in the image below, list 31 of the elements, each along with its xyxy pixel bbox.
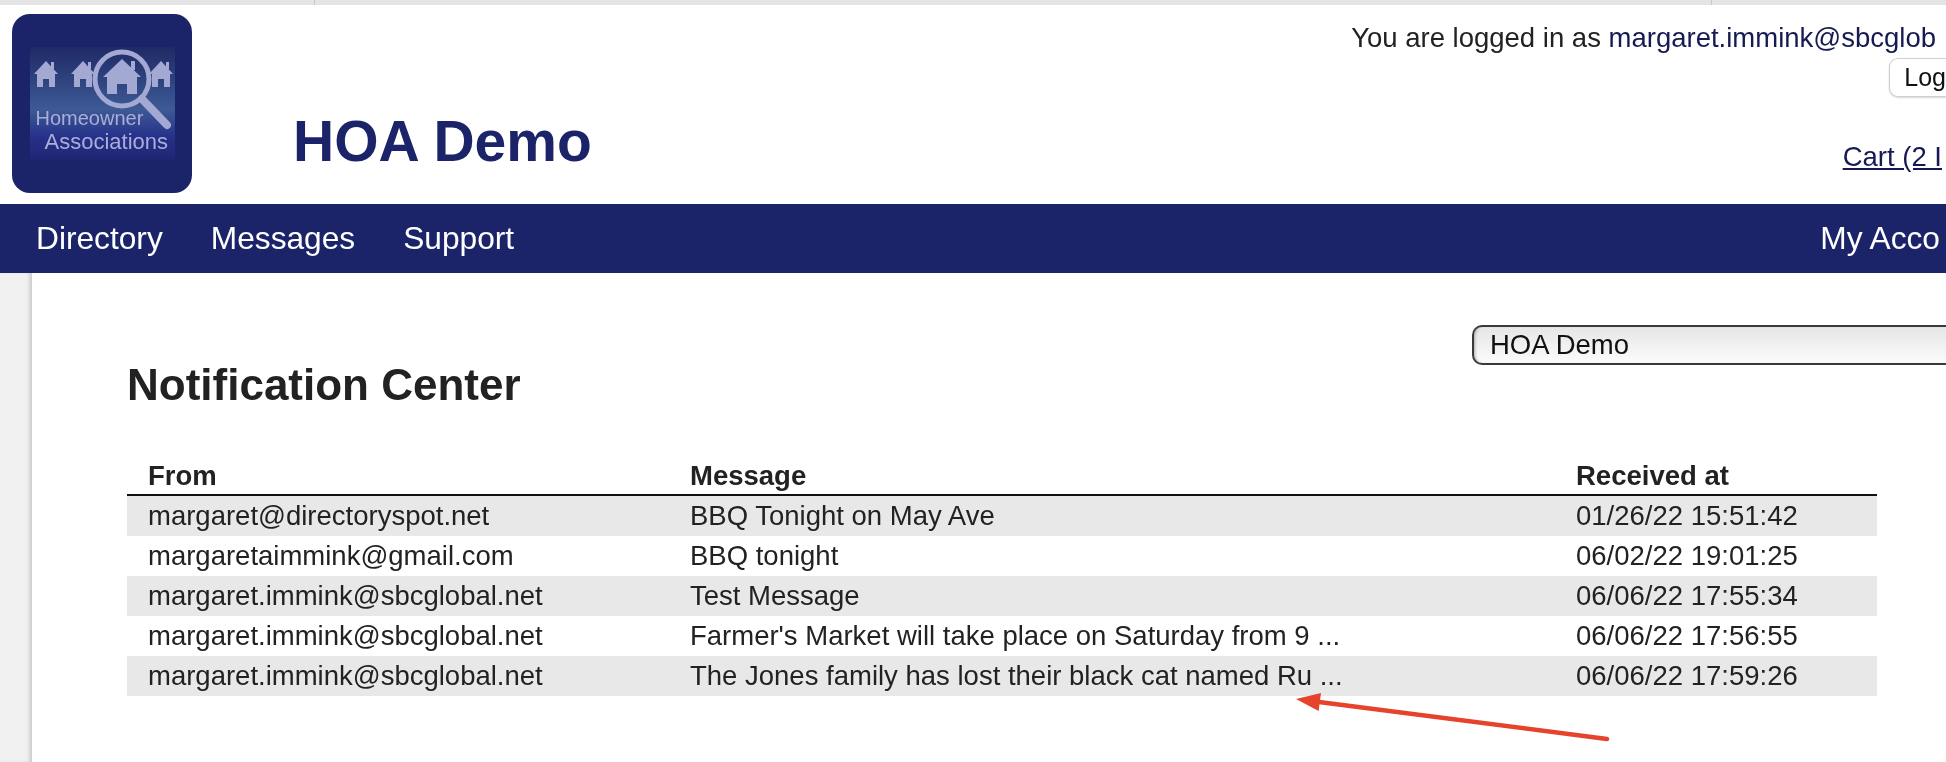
table-cell-text: margaret.immink@sbcglobal.net	[147, 659, 544, 693]
logo-text: Homeowner	[35, 106, 144, 130]
account-email-link[interactable]: margaret.immink@sbcglob	[1608, 22, 1936, 53]
nav-link[interactable]: Support	[403, 220, 515, 257]
table-cell-text: 06/06/22 17:56:55	[1575, 619, 1799, 653]
table-cell-text: 06/06/22 17:55:34	[1575, 579, 1799, 613]
table-cell-text: 06/02/22 19:01:25	[1575, 539, 1799, 573]
logo-text: Associations	[44, 130, 168, 154]
table-cell-text: 06/06/22 17:59:26	[1575, 659, 1799, 693]
table-cell-text: BBQ Tonight on May Ave	[689, 499, 996, 533]
table-cell-text: Farmer's Market will take place on Saturday from 9 ...	[689, 619, 1342, 653]
table-cell-text: 01/26/22 15:51:42	[1575, 499, 1799, 533]
table-cell-text: margaret.immink@sbcglobal.net	[147, 579, 544, 613]
logout-button[interactable]: Log	[1889, 57, 1946, 97]
page-title: Notification Center	[127, 363, 521, 407]
cart-link[interactable]: Cart (2 I	[1842, 140, 1942, 173]
column-header: Received at	[1575, 459, 1730, 493]
table-cell-text: margaretaimmink@gmail.com	[147, 539, 515, 573]
nav-link[interactable]: Directory	[36, 220, 163, 257]
login-status-text: You are logged in as margaret.immink@sbcglob	[1351, 22, 1936, 54]
site-title: HOA Demo	[293, 113, 592, 170]
table-cell-text: The Jones family has lost their black cat named Ru ...	[689, 659, 1344, 693]
column-header: Message	[689, 459, 808, 493]
nav-link[interactable]: Messages	[210, 220, 356, 257]
nav-link[interactable]: My Acco	[1820, 220, 1940, 257]
table-cell-text: margaret@directoryspot.net	[147, 499, 491, 533]
association-select[interactable]: HOA Demo	[1472, 325, 1946, 365]
column-header: From	[147, 459, 218, 493]
table-cell-text: margaret.immink@sbcglobal.net	[147, 619, 544, 653]
table-cell-text: BBQ tonight	[689, 539, 840, 573]
table-cell-text: Test Message	[689, 579, 861, 613]
